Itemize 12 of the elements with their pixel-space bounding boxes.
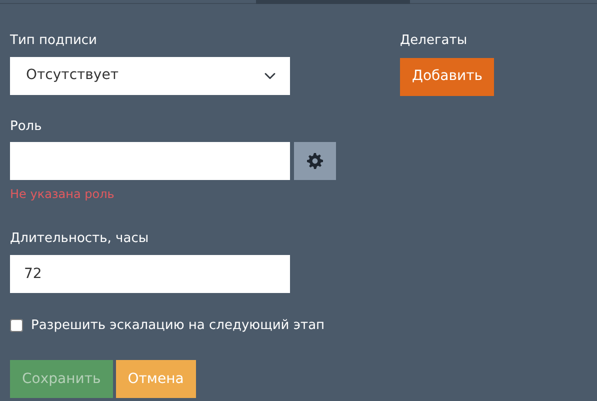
field-label: Делегаты — [400, 32, 468, 50]
checkbox-label[interactable]: Разрешить эскалацию на следующий этап — [31, 316, 325, 335]
settings-icon — [307, 153, 323, 169]
duration-input[interactable]: 72 — [10, 254, 290, 292]
error-message: Не указана роль — [10, 186, 116, 203]
escalation-checkbox[interactable] — [10, 318, 23, 332]
settings-button[interactable] — [294, 142, 336, 180]
field-label: Роль — [10, 118, 43, 136]
signature-type-select[interactable]: Отсутствует — [10, 56, 290, 94]
field-label: Тип подписи — [10, 32, 98, 50]
role-input[interactable] — [10, 142, 290, 180]
field-label: Длительность, часы — [10, 230, 150, 248]
